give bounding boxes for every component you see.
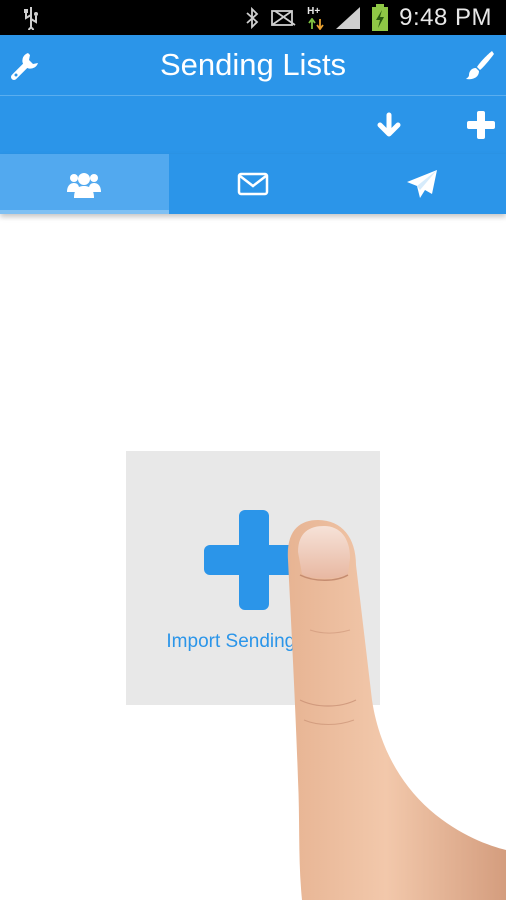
tab-send[interactable] (337, 154, 506, 214)
envelope-icon (237, 172, 269, 196)
tab-messages[interactable] (169, 154, 338, 214)
usb-icon (24, 7, 38, 30)
brush-icon[interactable] (464, 49, 496, 81)
import-label: Import Sending Lists (166, 631, 340, 652)
add-icon[interactable] (465, 109, 497, 141)
signal-icon (336, 6, 361, 29)
mute-icon (271, 9, 296, 26)
network-label: H+ (307, 5, 321, 17)
app-bar: Sending Lists (0, 35, 506, 95)
status-bar: H+ 9:48 PM (0, 0, 506, 35)
bluetooth-icon (246, 6, 259, 29)
page-title: Sending Lists (159, 47, 347, 82)
tab-bar (0, 154, 506, 214)
group-icon (67, 173, 102, 198)
clock: 9:48 PM (399, 3, 492, 31)
battery-icon (372, 3, 389, 31)
action-bar (0, 96, 506, 154)
network-indicator: H+ (307, 5, 325, 31)
download-icon[interactable] (373, 109, 405, 141)
import-sending-lists-button[interactable]: Import Sending Lists (126, 451, 380, 705)
tab-contacts[interactable] (0, 154, 169, 214)
network-arrows-icon (308, 17, 324, 30)
paper-plane-icon (406, 170, 437, 198)
